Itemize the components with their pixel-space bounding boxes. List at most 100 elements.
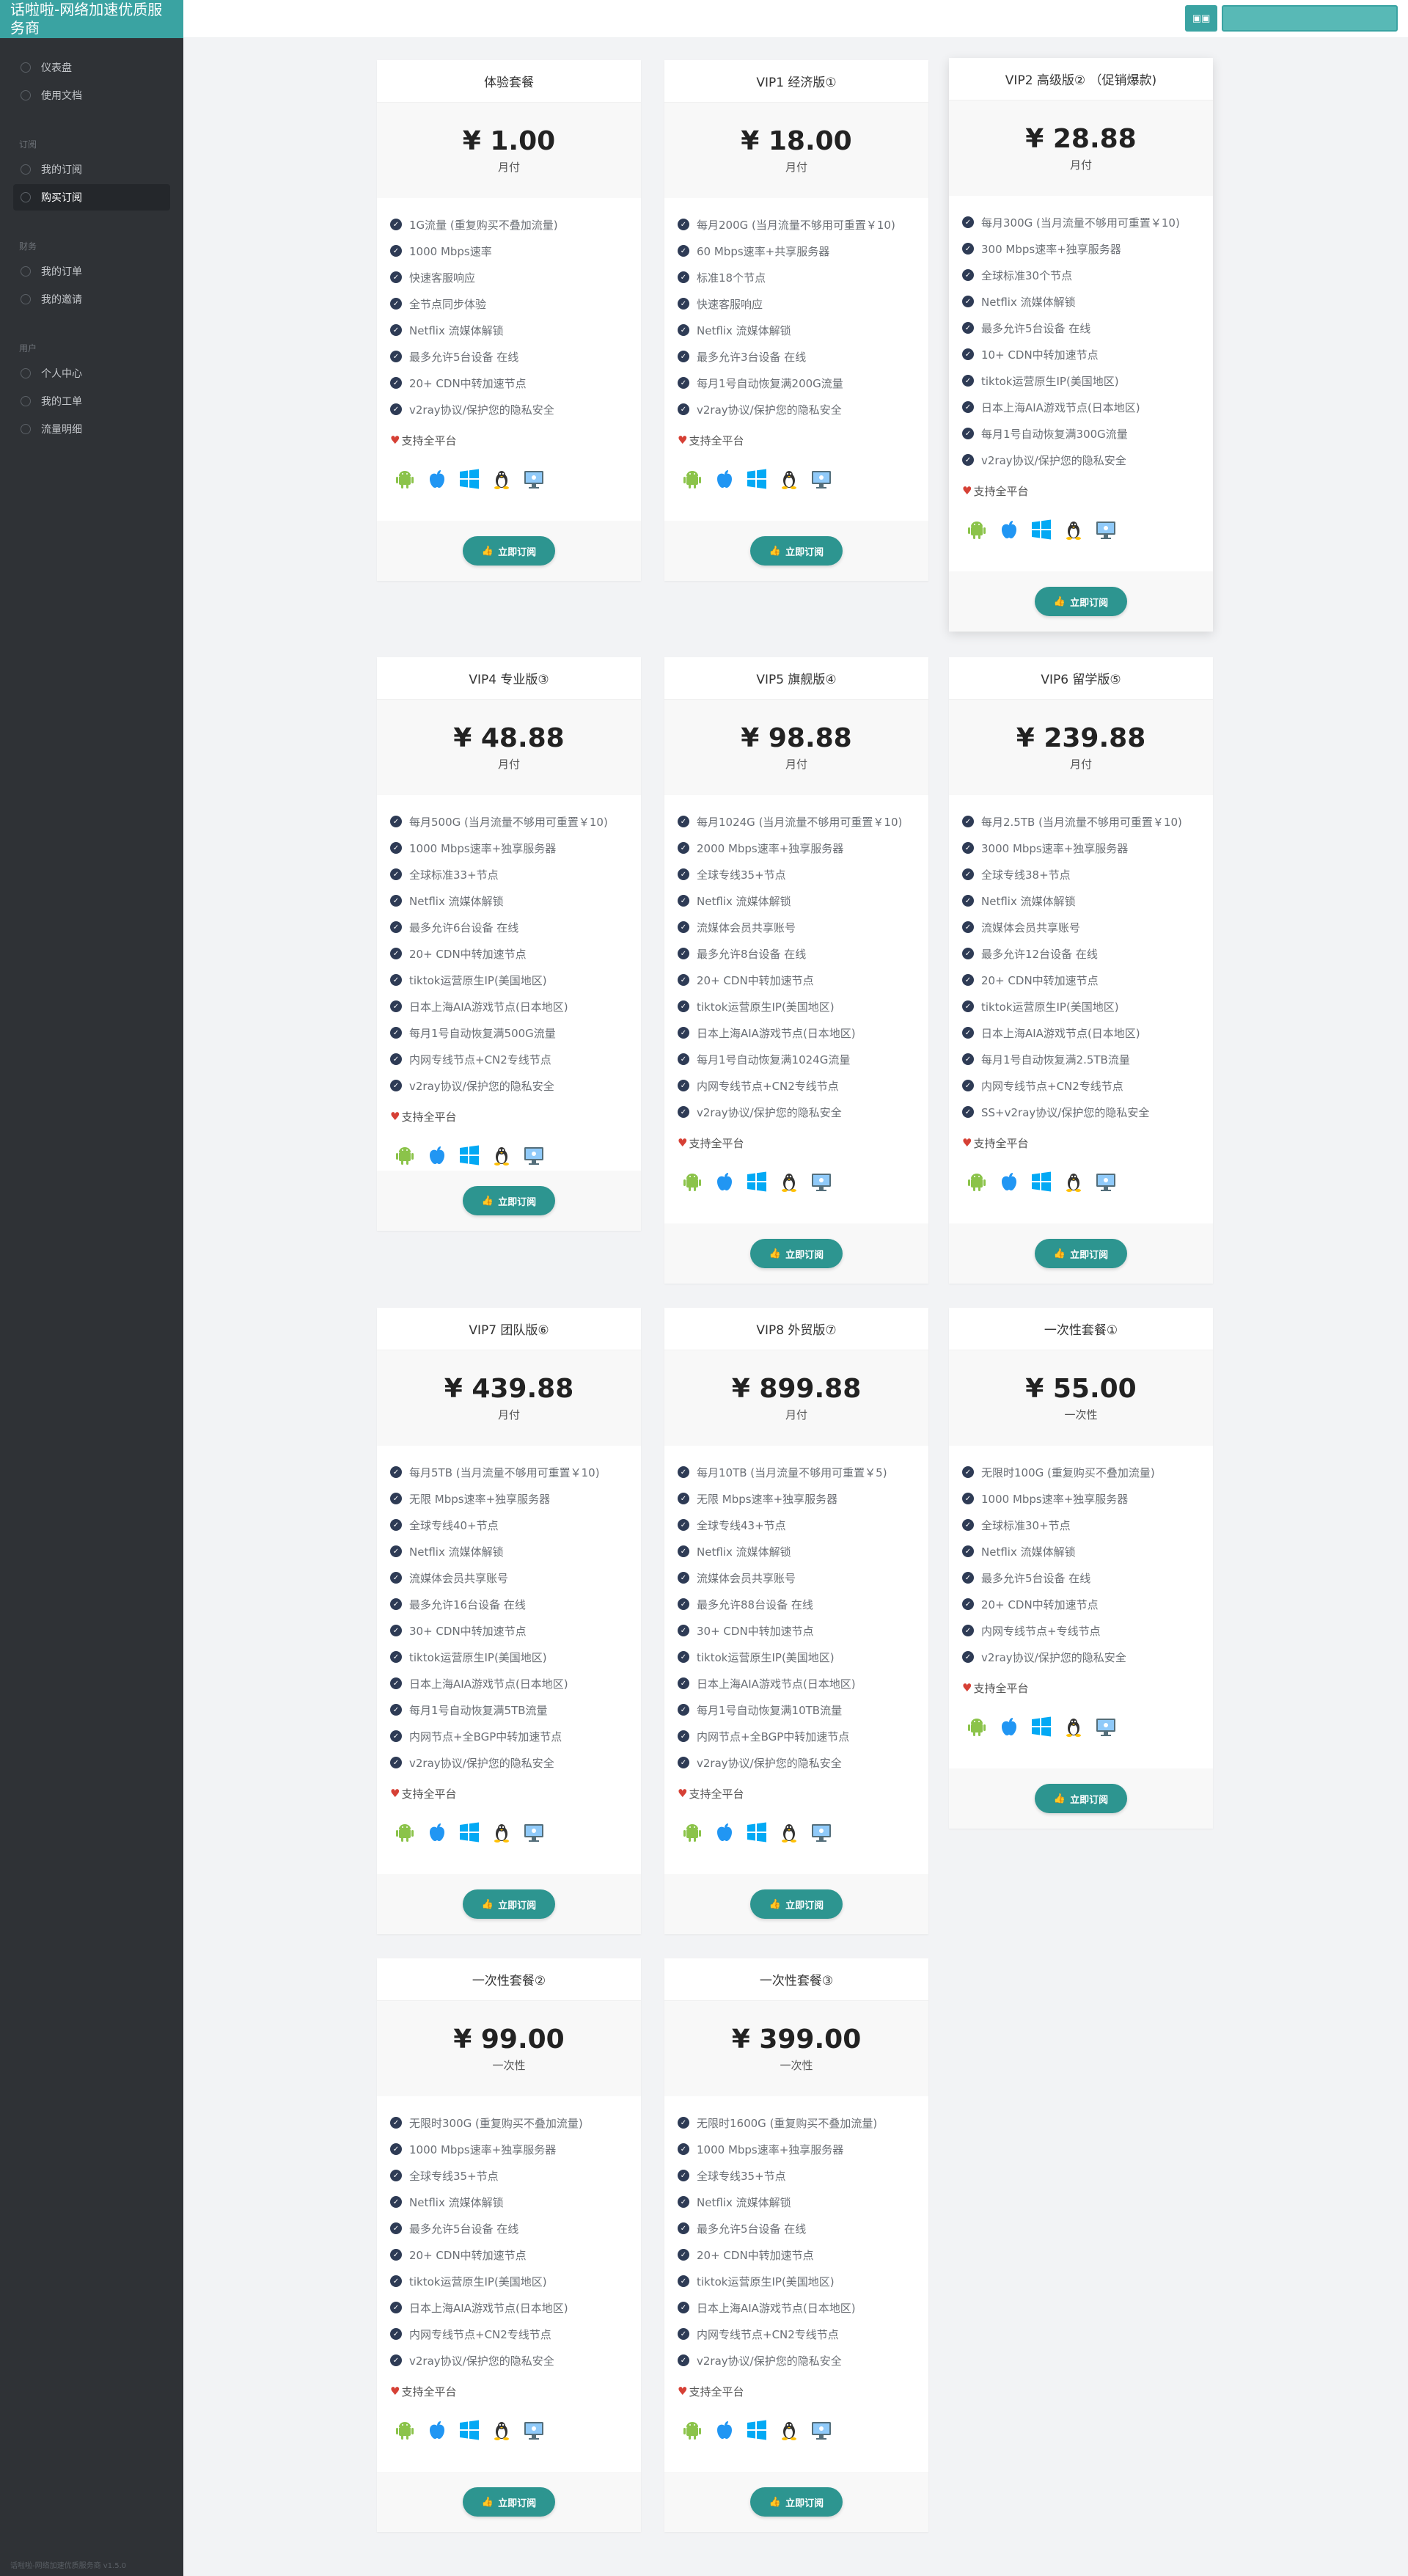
- subscribe-button[interactable]: 👍 立即订阅: [1034, 587, 1128, 616]
- price-box: ¥ 99.00 一次性: [377, 2001, 641, 2096]
- nav-section-user: 用户: [19, 343, 37, 354]
- linux-icon: [777, 1170, 801, 1193]
- subscribe-button[interactable]: 👍 立即订阅: [462, 1889, 556, 1919]
- feature-text: 每月2.5TB (当月流量不够用可重置￥10): [981, 815, 1182, 829]
- check-icon: ✓: [678, 2196, 689, 2208]
- desktop-icon: [1094, 1715, 1118, 1738]
- heart-icon: ♥: [678, 433, 688, 447]
- check-icon: ✓: [962, 375, 974, 387]
- subscribe-button[interactable]: 👍 立即订阅: [749, 536, 843, 566]
- platform-icons: [664, 2401, 928, 2448]
- platform-support: ♥ 支持全平台: [664, 422, 928, 450]
- feature-text: 20+ CDN中转加速节点: [697, 973, 814, 987]
- plan-title: 一次性套餐②: [377, 1958, 641, 2001]
- sidebar-item-label: 使用文档: [41, 90, 82, 102]
- android-icon: [965, 518, 989, 541]
- feature-text: 300 Mbps速率+独享服务器: [981, 242, 1121, 256]
- platform-support: ♥ 支持全平台: [377, 422, 641, 450]
- feature-item: ✓ 最多允许5台设备 在线: [962, 1565, 1213, 1591]
- feature-item: ✓ 20+ CDN中转加速节点: [678, 967, 928, 993]
- apple-icon: [713, 1821, 736, 1844]
- sidebar-item-docs[interactable]: 使用文档: [13, 82, 170, 109]
- check-icon: ✓: [390, 816, 402, 827]
- feature-text: 10+ CDN中转加速节点: [981, 348, 1099, 362]
- android-icon: [393, 1144, 417, 1167]
- sidebar-item-my-orders[interactable]: 我的订单: [13, 258, 170, 285]
- feature-text: 每月10TB (当月流量不够用可重置￥5): [697, 1466, 887, 1479]
- heart-icon: ♥: [962, 1681, 972, 1694]
- sidebar-item-dashboard[interactable]: 仪表盘: [13, 54, 170, 81]
- linux-icon: [490, 1821, 513, 1844]
- sidebar-item-buy-subscription[interactable]: 购买订阅: [13, 184, 170, 211]
- feature-text: 全球专线35+节点: [697, 2169, 786, 2183]
- feature-text: 30+ CDN中转加速节点: [697, 1624, 814, 1638]
- nav-section-finance: 财务: [19, 241, 37, 252]
- feature-list: ✓ 无限时300G (重复购买不叠加流量) ✓ 1000 Mbps速率+独享服务器 ✓ 全…: [377, 2096, 641, 2374]
- heart-icon: ♥: [678, 2385, 688, 2398]
- feature-text: v2ray协议/保护您的隐私安全: [697, 1105, 842, 1119]
- language-button[interactable]: ▣▣: [1185, 5, 1217, 32]
- feature-item: ✓ 3000 Mbps速率+独享服务器: [962, 835, 1213, 861]
- feature-text: 流媒体会员共享账号: [697, 1571, 796, 1585]
- subscribe-button[interactable]: 👍 立即订阅: [749, 1889, 843, 1919]
- feature-item: ✓ 20+ CDN中转加速节点: [962, 1591, 1213, 1617]
- apple-icon: [425, 467, 449, 491]
- check-icon: ✓: [390, 868, 402, 880]
- feature-text: v2ray协议/保护您的隐私安全: [697, 1756, 842, 1770]
- check-icon: ✓: [678, 948, 689, 959]
- check-icon: ✓: [962, 322, 974, 334]
- sidebar-item-tickets[interactable]: 我的工单: [13, 388, 170, 414]
- feature-text: 全节点同步体验: [409, 297, 487, 311]
- subscribe-button[interactable]: 👍 立即订阅: [1034, 1239, 1128, 1268]
- brand-title[interactable]: 话啦啦-网络加速优质服务商: [0, 0, 183, 38]
- subscribe-button[interactable]: 👍 立即订阅: [749, 1239, 843, 1268]
- sidebar: 话啦啦-网络加速优质服务商 仪表盘 使用文档 订阅 我的订阅 购买订阅 财务 我…: [0, 0, 183, 2576]
- feature-text: 日本上海AIA游戏节点(日本地区): [409, 2301, 568, 2315]
- sidebar-item-my-subscription[interactable]: 我的订阅: [13, 156, 170, 183]
- platform-support: ♥ 支持全平台: [664, 2374, 928, 2401]
- check-icon: ✓: [962, 816, 974, 827]
- heart-icon: ♥: [390, 433, 400, 447]
- sidebar-item-traffic[interactable]: 流量明细: [13, 416, 170, 442]
- platform-icons: [664, 1153, 928, 1200]
- feature-item: ✓ 最多允许16台设备 在线: [390, 1591, 641, 1617]
- sidebar-item-profile[interactable]: 个人中心: [13, 360, 170, 387]
- check-icon: ✓: [390, 1519, 402, 1531]
- check-icon: ✓: [390, 1493, 402, 1504]
- feature-text: 全球标准30+节点: [981, 1518, 1071, 1532]
- feature-item: ✓ 日本上海AIA游戏节点(日本地区): [678, 2294, 928, 2321]
- feature-text: 日本上海AIA游戏节点(日本地区): [697, 1677, 856, 1691]
- user-menu[interactable]: [1222, 5, 1398, 32]
- feature-item: ✓ 最多允许12台设备 在线: [962, 940, 1213, 967]
- feature-text: 流媒体会员共享账号: [697, 921, 796, 934]
- heart-icon: ♥: [678, 1787, 688, 1800]
- subscribe-button[interactable]: 👍 立即订阅: [462, 536, 556, 566]
- feature-item: ✓ 日本上海AIA游戏节点(日本地区): [678, 1670, 928, 1697]
- subscribe-label: 立即订阅: [785, 1900, 824, 1911]
- subscribe-button[interactable]: 👍 立即订阅: [462, 2487, 556, 2517]
- feature-item: ✓ 每月2.5TB (当月流量不够用可重置￥10): [962, 808, 1213, 835]
- feature-text: 30+ CDN中转加速节点: [409, 1624, 527, 1638]
- desktop-icon: [810, 2418, 833, 2442]
- feature-item: ✓ 60 Mbps速率+共享服务器: [678, 238, 928, 264]
- feature-item: ✓ Netflix 流媒体解锁: [962, 288, 1213, 315]
- desktop-icon: [810, 1170, 833, 1193]
- feature-item: ✓ 20+ CDN中转加速节点: [962, 967, 1213, 993]
- subscribe-button[interactable]: 👍 立即订阅: [749, 2487, 843, 2517]
- check-icon: ✓: [390, 298, 402, 310]
- feature-text: 快速客服响应: [697, 297, 763, 311]
- feature-text: 最多允许88台设备 在线: [697, 1598, 813, 1611]
- feature-text: 无限时100G (重复购买不叠加流量): [981, 1466, 1155, 1479]
- check-icon: ✓: [678, 2354, 689, 2366]
- subscribe-button[interactable]: 👍 立即订阅: [1034, 1784, 1128, 1813]
- sidebar-item-my-invites[interactable]: 我的邀请: [13, 286, 170, 312]
- plan-price: ¥ 399.00: [731, 2024, 862, 2054]
- plan-period: 月付: [497, 161, 520, 174]
- feature-item: ✓ Netflix 流媒体解锁: [962, 888, 1213, 914]
- apple-icon: [997, 1715, 1021, 1738]
- feature-item: ✓ 日本上海AIA游戏节点(日本地区): [390, 993, 641, 1020]
- feature-item: ✓ 流媒体会员共享账号: [678, 914, 928, 940]
- feature-text: 2000 Mbps速率+独享服务器: [697, 841, 844, 855]
- subscribe-button[interactable]: 👍 立即订阅: [462, 1186, 556, 1215]
- feature-text: Netflix 流媒体解锁: [981, 295, 1076, 309]
